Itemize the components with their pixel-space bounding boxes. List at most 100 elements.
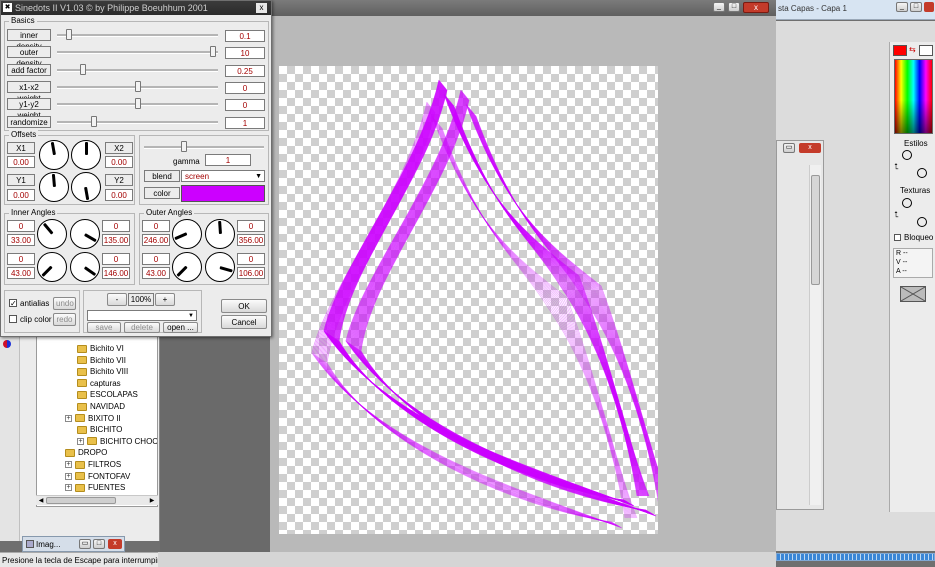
tree-folder-item[interactable]: + FUENTES — [65, 482, 125, 493]
layers-maximize-button[interactable]: □ — [910, 2, 922, 12]
tree-h-scrollbar[interactable]: ◀ ▶ — [36, 495, 158, 505]
inner-angle-bottom-1[interactable]: 135.00 — [102, 234, 130, 246]
dialog-close-button[interactable]: x — [256, 3, 267, 13]
y1-value[interactable]: 0.00 — [7, 189, 35, 201]
empty-swatch-icon[interactable] — [900, 286, 926, 302]
inner-angle-top-3[interactable]: 0 — [102, 253, 130, 265]
outer-angle-dial-3[interactable] — [205, 252, 235, 282]
scroll-thumb[interactable] — [46, 497, 116, 504]
outer-angle-top-1[interactable]: 0 — [237, 220, 265, 232]
outer-angle-bottom-1[interactable]: 356.00 — [237, 234, 265, 246]
redo-button[interactable]: redo — [53, 313, 76, 326]
inner-angle-dial-3[interactable] — [70, 252, 100, 282]
color-spectrum[interactable] — [894, 59, 933, 134]
basics-slider-track-0[interactable] — [57, 34, 218, 37]
inner-angle-top-1[interactable]: 0 — [102, 220, 130, 232]
gamma-track[interactable] — [144, 146, 264, 149]
outer-angle-bottom-2[interactable]: 43.00 — [142, 267, 170, 279]
gamma-thumb[interactable] — [181, 141, 187, 152]
inner-angle-top-0[interactable]: 0 — [7, 220, 35, 232]
preview-close-button[interactable]: x — [743, 2, 769, 13]
offset-dial-x2[interactable] — [71, 140, 101, 170]
tree-folder-item[interactable]: + BICHITO CHOC — [77, 436, 157, 447]
bg-window-scrollbar[interactable] — [809, 165, 821, 505]
offset-dial-x1[interactable] — [39, 140, 69, 170]
layers-minimize-button[interactable]: _ — [896, 2, 908, 12]
swap-texture-icon[interactable]: ⮤ — [894, 210, 899, 220]
outer-angle-dial-1[interactable] — [205, 219, 235, 249]
expand-plus-icon[interactable]: + — [65, 461, 72, 468]
tree-folder-item[interactable]: ESCOLAPAS — [77, 389, 138, 400]
x1-value[interactable]: 0.00 — [7, 156, 35, 168]
tool-dot-icon[interactable] — [3, 340, 11, 348]
clip-color-checkbox[interactable] — [9, 315, 17, 323]
inner-angle-bottom-0[interactable]: 33.00 — [7, 234, 35, 246]
basics-value-2[interactable]: 0.25 — [225, 64, 265, 77]
style-null-icon-1[interactable] — [902, 150, 912, 160]
basics-value-0[interactable]: 0.1 — [225, 30, 265, 42]
texture-null-icon-1[interactable] — [902, 198, 912, 208]
tree-folder-item[interactable]: DROPO — [65, 447, 107, 458]
cancel-button[interactable]: Cancel — [221, 315, 267, 329]
zoom-in-button[interactable]: + — [155, 293, 175, 306]
open-button[interactable]: open ... — [163, 322, 198, 333]
y2-value[interactable]: 0.00 — [105, 189, 133, 201]
tree-folder-item[interactable]: capturas — [77, 378, 121, 389]
zoom-out-button[interactable]: - — [107, 293, 127, 306]
outer-angle-top-2[interactable]: 0 — [142, 253, 170, 265]
basics-slider-thumb-2[interactable] — [80, 63, 87, 75]
preset-select[interactable]: ▼ — [87, 310, 197, 321]
bg-window-close-button[interactable]: x — [799, 143, 821, 153]
tree-folder-item[interactable]: + FONTOFAV — [65, 471, 130, 482]
swap-style-icon[interactable]: ⮤ — [894, 162, 899, 172]
layers-close-button[interactable] — [924, 2, 934, 12]
color-swatch[interactable] — [181, 185, 265, 202]
save-button[interactable]: save — [87, 322, 121, 333]
undo-button[interactable]: undo — [53, 297, 76, 310]
basics-label-5[interactable]: randomize — [7, 115, 51, 128]
preview-minimize-button[interactable]: _ — [713, 2, 725, 12]
bloqueo-checkbox[interactable] — [894, 234, 901, 241]
outer-angle-bottom-0[interactable]: 246.00 — [142, 234, 170, 246]
basics-slider-thumb-0[interactable] — [66, 29, 73, 40]
basics-slider-track-5[interactable] — [57, 120, 218, 124]
bg-window-restore-button[interactable]: ▭ — [783, 143, 795, 153]
offset-dial-y2[interactable] — [71, 172, 101, 202]
blend-select[interactable]: screen ▼ — [181, 170, 265, 182]
inner-angle-bottom-3[interactable]: 146.00 — [102, 267, 130, 279]
expand-plus-icon[interactable]: + — [65, 414, 72, 422]
offset-dial-y1[interactable] — [39, 172, 69, 202]
inner-angle-top-2[interactable]: 0 — [7, 253, 35, 265]
basics-value-3[interactable]: 0 — [225, 81, 265, 94]
expand-plus-icon[interactable]: + — [65, 472, 72, 480]
basics-slider-thumb-5[interactable] — [91, 115, 98, 127]
basics-value-4[interactable]: 0 — [225, 99, 265, 112]
tree-folder-item[interactable]: NAVIDAD — [77, 401, 125, 412]
x2-value[interactable]: 0.00 — [105, 156, 133, 168]
outer-angle-top-0[interactable]: 0 — [142, 220, 170, 232]
mini-restore-button[interactable]: ▭ — [79, 539, 91, 549]
ok-button[interactable]: OK — [221, 299, 267, 313]
basics-slider-thumb-3[interactable] — [134, 80, 141, 92]
outer-angle-top-3[interactable]: 0 — [237, 253, 265, 265]
basics-slider-thumb-4[interactable] — [134, 98, 141, 110]
swap-colors-icon[interactable]: ⇆ — [909, 45, 918, 54]
taskbar-mini-window[interactable]: Imag... ▭ □ x — [22, 536, 125, 552]
secondary-color-swatch[interactable] — [919, 45, 933, 56]
inner-angle-bottom-2[interactable]: 43.00 — [7, 267, 35, 279]
mini-max-button[interactable]: □ — [93, 539, 105, 549]
expand-plus-icon[interactable]: + — [65, 484, 72, 492]
preview-maximize-button[interactable]: □ — [728, 2, 740, 12]
basics-value-5[interactable]: 1 — [225, 116, 265, 129]
scroll-left-arrow[interactable]: ◀ — [37, 497, 45, 505]
outer-angle-bottom-3[interactable]: 106.00 — [237, 267, 265, 279]
mini-close-button[interactable]: x — [108, 539, 122, 549]
gamma-value[interactable]: 1 — [205, 154, 251, 166]
basics-value-1[interactable]: 10 — [225, 47, 265, 60]
tree-folder-item[interactable]: Bichito VI — [77, 343, 124, 354]
basics-slider-thumb-1[interactable] — [210, 46, 217, 58]
inner-angle-dial-0[interactable] — [37, 219, 67, 249]
outer-angle-dial-0[interactable] — [172, 219, 202, 249]
tree-folder-item[interactable]: Bichito VIII — [77, 366, 128, 377]
texture-null-icon-2[interactable] — [917, 217, 927, 227]
